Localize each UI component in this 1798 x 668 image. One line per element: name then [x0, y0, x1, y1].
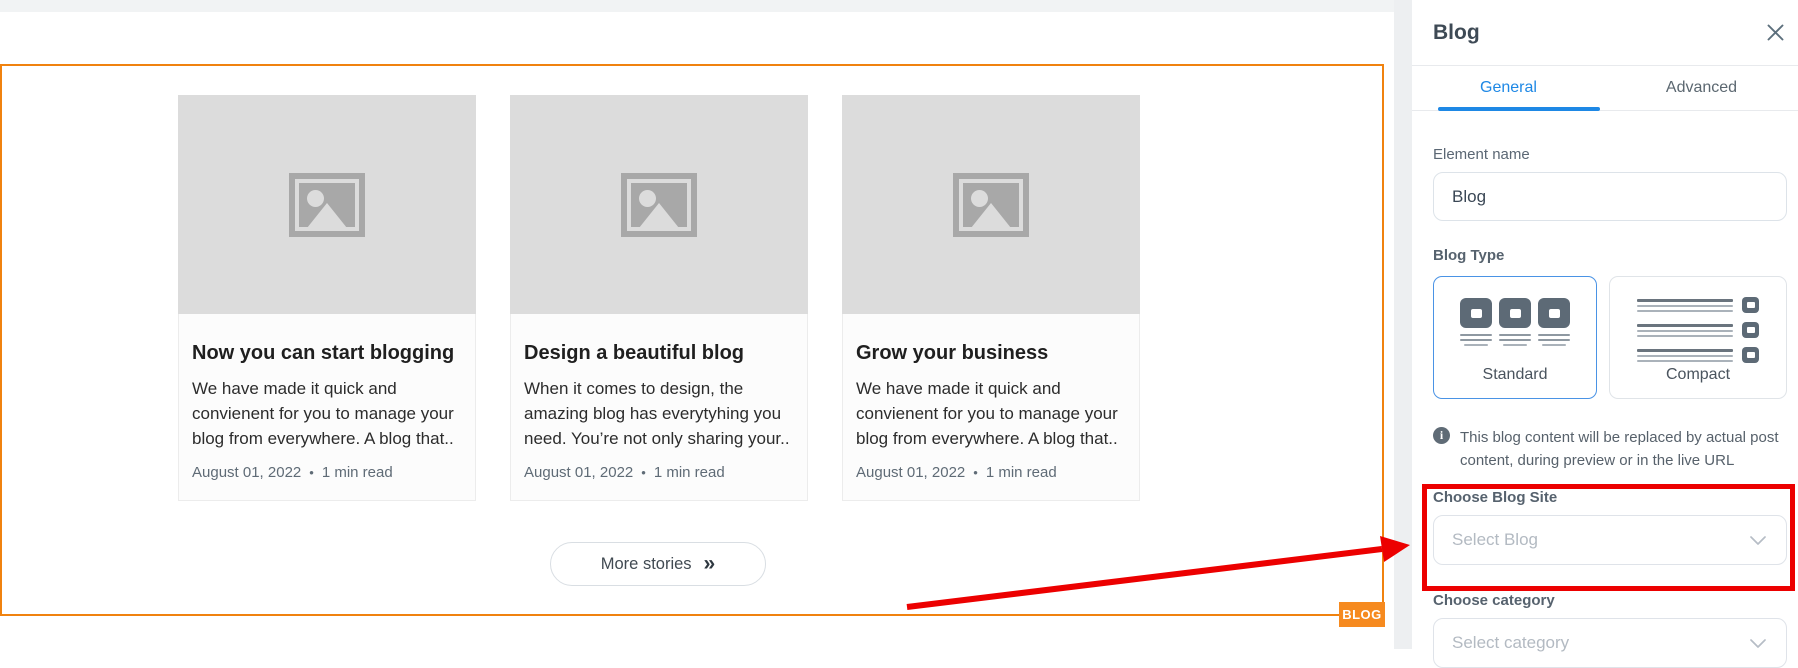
- blog-type-label: Blog Type: [1433, 247, 1787, 264]
- canvas-scrollbar-gutter[interactable]: [1394, 0, 1412, 649]
- post-image-placeholder: [178, 95, 476, 314]
- blog-post-card[interactable]: Design a beautiful blog When it comes to…: [510, 95, 808, 501]
- meta-separator: •: [973, 465, 978, 480]
- post-excerpt: We have made it quick and convienent for…: [192, 376, 462, 451]
- category-select-placeholder: Select category: [1452, 633, 1569, 653]
- blog-type-standard-label: Standard: [1483, 366, 1548, 384]
- tab-general[interactable]: General: [1412, 66, 1605, 110]
- post-meta: August 01, 2022 • 1 min read: [524, 464, 794, 481]
- panel-header: Blog: [1412, 0, 1798, 66]
- more-stories-button[interactable]: More stories »: [550, 542, 766, 586]
- post-card-body: Now you can start blogging We have made …: [178, 314, 476, 501]
- image-placeholder-icon: [621, 173, 697, 237]
- tab-advanced-label: Advanced: [1666, 79, 1737, 97]
- info-note-text: This blog content will be replaced by ac…: [1460, 426, 1787, 472]
- panel-title: Blog: [1433, 21, 1480, 45]
- image-placeholder-icon: [289, 173, 365, 237]
- post-date: August 01, 2022: [524, 464, 633, 481]
- category-select[interactable]: Select category: [1433, 618, 1787, 668]
- post-read-time: 1 min read: [322, 464, 393, 481]
- standard-layout-icon: [1460, 298, 1570, 346]
- post-card-body: Grow your business We have made it quick…: [842, 314, 1140, 501]
- post-image-placeholder: [510, 95, 808, 314]
- panel-body: Element name Blog Type Standard: [1412, 146, 1798, 668]
- blog-post-list: Now you can start blogging We have made …: [178, 95, 1140, 501]
- selected-element-tag: BLOG: [1339, 602, 1385, 627]
- choose-category-label: Choose category: [1433, 592, 1787, 609]
- chevron-down-icon: [1750, 639, 1766, 648]
- blog-post-card[interactable]: Grow your business We have made it quick…: [842, 95, 1140, 501]
- active-tab-underline: [1438, 107, 1600, 111]
- post-title[interactable]: Grow your business: [856, 342, 1126, 365]
- post-image-placeholder: [842, 95, 1140, 314]
- meta-separator: •: [641, 465, 646, 480]
- more-stories-label: More stories: [601, 555, 692, 574]
- blog-type-standard[interactable]: Standard: [1433, 276, 1597, 399]
- element-name-input[interactable]: [1433, 172, 1787, 221]
- post-excerpt: We have made it quick and convienent for…: [856, 376, 1126, 451]
- post-title[interactable]: Now you can start blogging: [192, 342, 462, 365]
- image-placeholder-icon: [953, 173, 1029, 237]
- close-icon[interactable]: [1766, 24, 1784, 42]
- canvas-top-strip: [0, 0, 1394, 12]
- element-name-label: Element name: [1433, 146, 1787, 163]
- post-card-body: Design a beautiful blog When it comes to…: [510, 314, 808, 501]
- post-excerpt: When it comes to design, the amazing blo…: [524, 376, 794, 451]
- blog-site-select[interactable]: Select Blog: [1433, 515, 1787, 565]
- post-meta: August 01, 2022 • 1 min read: [856, 464, 1126, 481]
- tab-advanced[interactable]: Advanced: [1605, 66, 1798, 110]
- info-icon: i: [1433, 427, 1450, 444]
- editor-canvas: Now you can start blogging We have made …: [0, 0, 1394, 649]
- blog-type-compact[interactable]: Compact: [1609, 276, 1787, 399]
- double-chevron-right-icon: »: [704, 553, 716, 574]
- post-date: August 01, 2022: [856, 464, 965, 481]
- post-date: August 01, 2022: [192, 464, 301, 481]
- post-title[interactable]: Design a beautiful blog: [524, 342, 794, 365]
- post-read-time: 1 min read: [986, 464, 1057, 481]
- panel-tabs: General Advanced: [1412, 66, 1798, 111]
- choose-blog-site-label: Choose Blog Site: [1433, 489, 1787, 506]
- blog-type-compact-label: Compact: [1666, 366, 1730, 384]
- chevron-down-icon: [1750, 536, 1766, 545]
- blog-type-options: Standard Compact: [1433, 276, 1787, 399]
- tab-general-label: General: [1480, 79, 1537, 97]
- post-meta: August 01, 2022 • 1 min read: [192, 464, 462, 481]
- post-read-time: 1 min read: [654, 464, 725, 481]
- meta-separator: •: [309, 465, 314, 480]
- blog-post-card[interactable]: Now you can start blogging We have made …: [178, 95, 476, 501]
- compact-layout-icon: [1637, 297, 1759, 363]
- blog-settings-panel: Blog General Advanced Element name Blog …: [1412, 0, 1798, 649]
- blog-site-select-placeholder: Select Blog: [1452, 530, 1538, 550]
- info-note: i This blog content will be replaced by …: [1433, 426, 1787, 472]
